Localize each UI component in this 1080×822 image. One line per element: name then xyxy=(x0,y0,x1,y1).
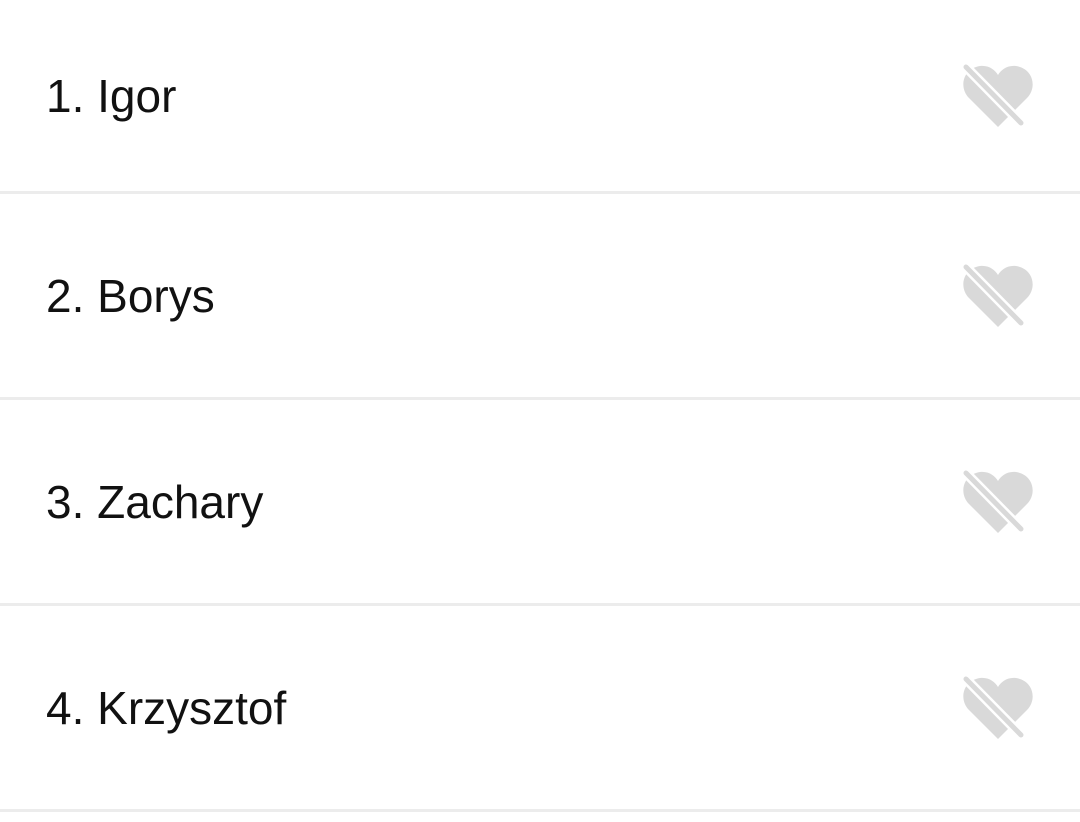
name-list: 1Igor 2Borys 3Zachary xyxy=(0,0,1080,822)
list-item[interactable]: 2Borys xyxy=(0,194,1080,400)
list-item-number: 1 xyxy=(46,70,97,122)
favorite-toggle-button[interactable] xyxy=(960,261,1036,331)
list-item[interactable]: 3Zachary xyxy=(0,400,1080,606)
list-item-label: 1Igor xyxy=(46,69,176,123)
heart-off-icon xyxy=(961,61,1033,128)
favorite-toggle-button[interactable] xyxy=(960,61,1036,131)
list-item-label: 4Krzysztof xyxy=(46,681,286,735)
list-item-name: Krzysztof xyxy=(97,681,287,734)
favorite-toggle-button[interactable] xyxy=(960,467,1036,537)
heart-off-icon xyxy=(961,467,1033,534)
list-item-number: 3 xyxy=(46,476,97,528)
list-item-label: 3Zachary xyxy=(46,475,263,529)
list-item[interactable]: 1Igor xyxy=(0,0,1080,194)
heart-off-icon xyxy=(961,261,1033,328)
list-item-number: 4 xyxy=(46,682,97,734)
heart-off-icon xyxy=(961,673,1033,740)
list-item-label: 2Borys xyxy=(46,269,215,323)
list-item-name: Zachary xyxy=(97,475,264,528)
list-item-name: Borys xyxy=(97,269,215,322)
favorite-toggle-button[interactable] xyxy=(960,673,1036,743)
list-item-number: 2 xyxy=(46,270,97,322)
list-item-name: Igor xyxy=(97,69,177,122)
list-item[interactable]: 4Krzysztof xyxy=(0,606,1080,812)
